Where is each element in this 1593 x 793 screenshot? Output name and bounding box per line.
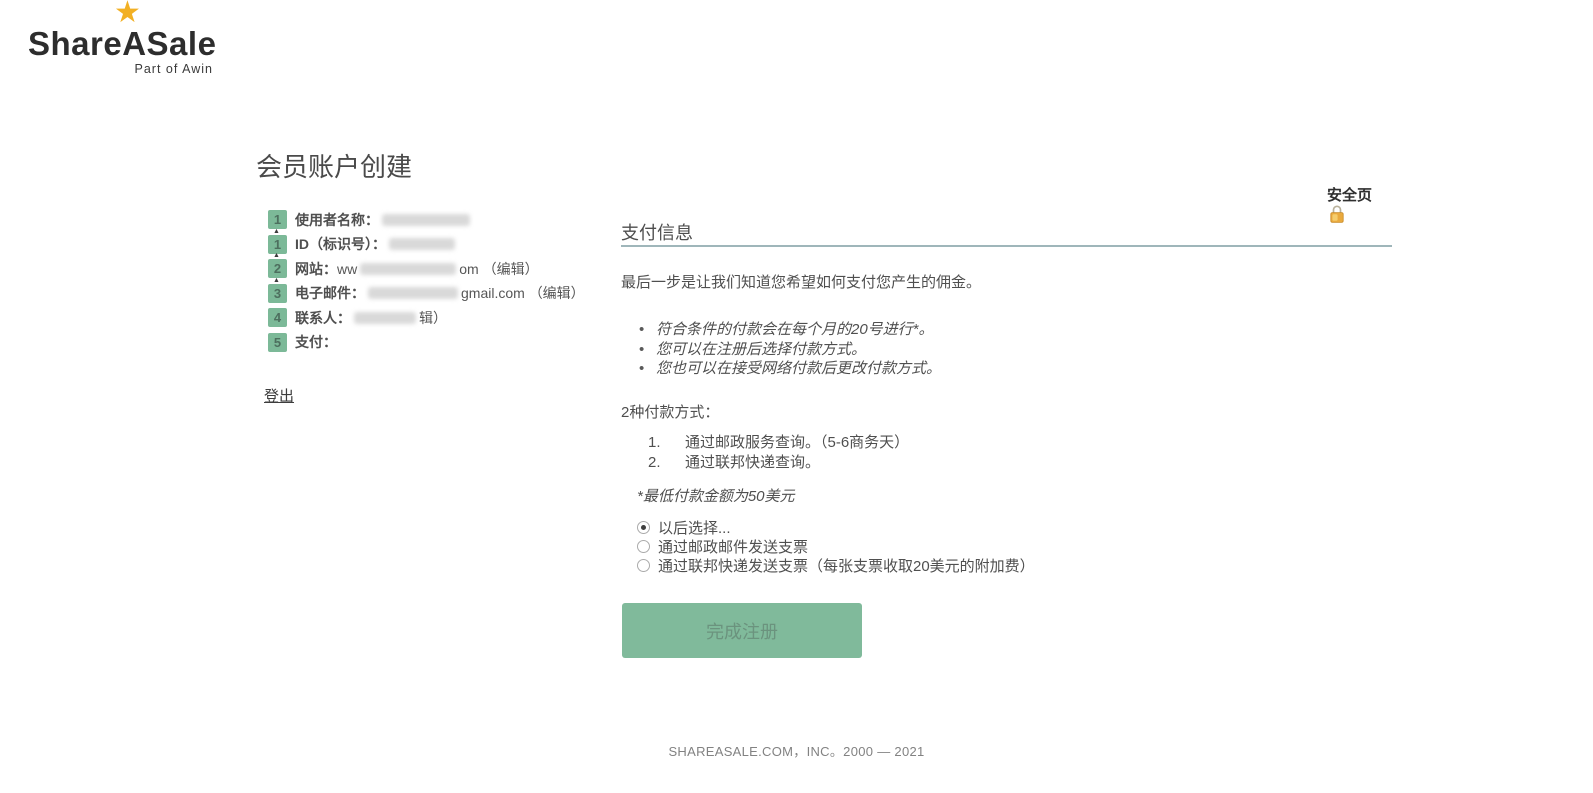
logo-brand-text: ShareASale	[28, 25, 217, 62]
redacted-value	[354, 311, 416, 324]
edit-link[interactable]: （编辑）	[529, 285, 585, 301]
step-value-prefix: ww	[337, 260, 358, 277]
lock-icon	[1329, 204, 1345, 229]
step-label: 电子邮件：	[295, 285, 365, 301]
caret-up-icon: ▲	[273, 227, 280, 235]
bullet-item: 您可以在注册后选择付款方式。	[637, 340, 941, 360]
step-row-payment: 5 支付：	[268, 332, 585, 352]
step-number-badge: 3	[268, 283, 287, 303]
step-label: 联系人：	[295, 309, 351, 326]
caret-up-icon: ▲	[273, 276, 280, 284]
step-number-badge: 4	[268, 308, 287, 327]
page-title: 会员账户创建	[256, 152, 413, 182]
option-label[interactable]: 通过联邦快递发送支票（每张支票收取20美元的附加费）	[658, 555, 1035, 576]
step-value-suffix: gmail.com	[461, 285, 529, 301]
signup-steps-list: 1 使用者名称： ▲ 1 ID（标识号）： ▲ 2 网站：ww om （编辑） ▲…	[268, 210, 585, 357]
method-item: 2. 通过联邦快递查询。	[637, 453, 909, 473]
radio-button[interactable]	[637, 540, 650, 553]
payment-methods-list: 1. 通过邮政服务查询。（5-6商务天） 2. 通过联邦快递查询。	[637, 433, 909, 472]
step-row-contact: 4 联系人： 辑）	[268, 308, 585, 327]
option-choose-later[interactable]: 以后选择...	[637, 518, 1035, 537]
payment-section-title: 支付信息	[621, 223, 693, 243]
redacted-value	[368, 287, 458, 299]
caret-up-icon: ▲	[273, 252, 280, 259]
method-text: 通过邮政服务查询。（5-6商务天）	[685, 434, 910, 451]
footer-copyright: SHAREASALE.COM，INC。2000 — 2021	[668, 744, 925, 759]
step-row-id: ▲ 1 ID（标识号）：	[268, 228, 585, 254]
payment-bullet-list: 符合条件的付款会在每个月的20号进行*。 您可以在注册后选择付款方式。 您也可以…	[637, 320, 941, 379]
complete-registration-button[interactable]: 完成注册	[622, 603, 862, 658]
step-row-website: ▲ 2 网站：ww om （编辑）	[268, 252, 585, 278]
shareasale-logo: ★ ShareASale Part of Awin	[28, 0, 217, 76]
step-number-badge: 2	[268, 259, 287, 278]
method-number: 2.	[648, 453, 661, 471]
edit-link[interactable]: （编辑）	[483, 261, 539, 277]
radio-button[interactable]	[637, 559, 650, 572]
logout-link[interactable]: 登出	[264, 385, 294, 406]
option-label[interactable]: 以后选择...	[658, 517, 731, 538]
payment-options-group: 以后选择... 通过邮政邮件发送支票 通过联邦快递发送支票（每张支票收取20美元…	[637, 518, 1035, 575]
payment-methods-heading: 2种付款方式：	[621, 404, 720, 421]
step-label: ID（标识号）：	[295, 236, 386, 252]
step-value-suffix: om	[459, 260, 483, 277]
step-label: 使用者名称：	[295, 211, 379, 228]
redacted-value	[389, 238, 455, 250]
method-item: 1. 通过邮政服务查询。（5-6商务天）	[637, 433, 909, 453]
step-row-username: 1 使用者名称：	[268, 210, 585, 229]
edit-link[interactable]: 辑）	[419, 310, 447, 326]
signup-page: ★ ShareASale Part of Awin 会员账户创建 1 使用者名称…	[0, 0, 1593, 793]
star-icon: ★	[114, 0, 141, 29]
step-number-badge: 1	[268, 210, 287, 229]
payment-intro-text: 最后一步是让我们知道您希望如何支付您产生的佣金。	[621, 274, 982, 291]
redacted-value	[360, 262, 457, 275]
bullet-item: 符合条件的付款会在每个月的20号进行*。	[637, 320, 941, 340]
radio-button-selected[interactable]	[637, 521, 650, 534]
minimum-payment-note: *最低付款金额为50美元	[637, 488, 795, 505]
step-row-email: ▲ 3 电子邮件： gmail.com （编辑）	[268, 277, 585, 303]
option-label[interactable]: 通过邮政邮件发送支票	[658, 536, 808, 557]
method-text: 通过联邦快递查询。	[685, 453, 821, 471]
step-number-badge: 5	[268, 332, 287, 352]
option-check-by-fedex[interactable]: 通过联邦快递发送支票（每张支票收取20美元的附加费）	[637, 556, 1035, 575]
bullet-item: 您也可以在接受网络付款后更改付款方式。	[637, 359, 941, 379]
secure-page-label: 安全页	[1327, 187, 1373, 204]
logo-tagline: Part of Awin	[134, 62, 213, 76]
step-number-badge: 1	[268, 234, 287, 254]
step-label: 支付：	[295, 334, 337, 350]
step-label: 网站：	[295, 260, 337, 277]
option-check-by-mail[interactable]: 通过邮政邮件发送支票	[637, 537, 1035, 556]
method-number: 1.	[648, 434, 661, 451]
section-divider	[621, 245, 1392, 247]
redacted-value	[382, 213, 470, 226]
